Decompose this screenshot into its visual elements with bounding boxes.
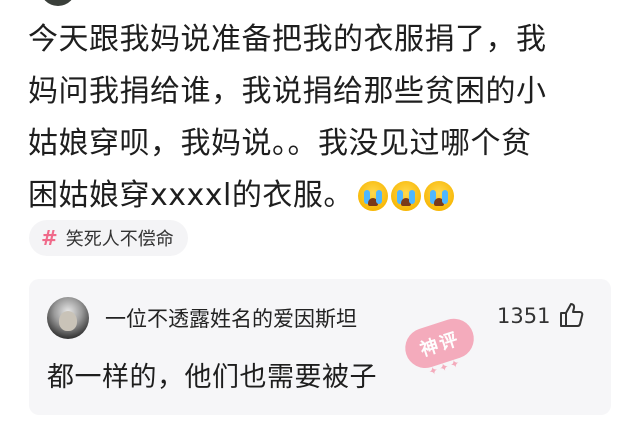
comment-username[interactable]: 一位不透露姓名的爱因斯坦	[105, 303, 357, 333]
post-line: 今天跟我妈说准备把我的衣服捐了，我	[28, 22, 547, 57]
emoji-group	[357, 181, 454, 211]
topic-tag[interactable]: # 笑死人不偿命	[29, 220, 188, 256]
post-line: 妈问我捐给谁，我说捐给那些贫困的小	[28, 74, 547, 109]
comment-text: 都一样的，他们也需要被子	[47, 362, 377, 393]
like-count: 1351	[497, 304, 551, 328]
loudly-crying-face-icon	[357, 181, 388, 211]
hashtag-icon: #	[41, 226, 58, 250]
post-line: 姑娘穿呗，我妈说。。我没见过哪个贫	[28, 126, 532, 161]
post-line-text: 困姑娘穿xxxxl的衣服。	[28, 178, 354, 213]
loudly-crying-face-icon	[423, 181, 454, 211]
topic-label: 笑死人不偿命	[65, 229, 174, 250]
avatar[interactable]	[47, 297, 89, 339]
top-comment-card[interactable]: 一位不透露姓名的爱因斯坦 1351 都一样的，他们也需要被子 神评 ✦✦✦	[29, 279, 611, 415]
god-review-stamp: 神评 ✦✦✦	[400, 313, 484, 389]
previous-item-avatar-partial	[40, 0, 76, 6]
post-line-last: 困姑娘穿xxxxl的衣服。	[28, 170, 618, 222]
thumbs-up-icon[interactable]	[557, 301, 585, 329]
post-content: 今天跟我妈说准备把我的衣服捐了，我 妈问我捐给谁，我说捐给那些贫困的小 姑娘穿呗…	[28, 14, 618, 222]
loudly-crying-face-icon	[390, 181, 421, 211]
